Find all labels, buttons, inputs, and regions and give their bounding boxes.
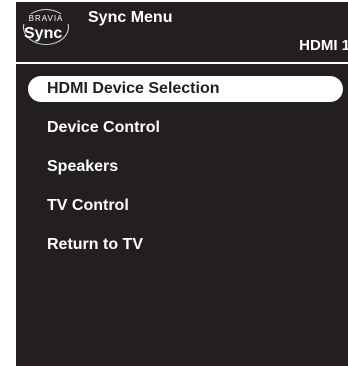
- logo-brand-large: Sync: [24, 25, 63, 42]
- menu-header: BRAVIA Sync Sync Menu HDMI 1: [16, 2, 348, 64]
- menu-item-speakers[interactable]: Speakers: [16, 154, 348, 180]
- bravia-sync-logo: BRAVIA Sync: [21, 7, 73, 47]
- menu-item-tv-control[interactable]: TV Control: [16, 193, 348, 219]
- sync-menu-screen: BRAVIA Sync Sync Menu HDMI 1 HDMI Device…: [16, 2, 348, 366]
- sync-menu-list: HDMI Device Selection Device Control Spe…: [16, 76, 348, 271]
- menu-title: Sync Menu: [88, 9, 173, 26]
- menu-item-hdmi-device-selection[interactable]: HDMI Device Selection: [28, 76, 343, 102]
- header-divider: [16, 62, 348, 64]
- current-input-label: HDMI 1: [299, 37, 348, 54]
- menu-item-return-to-tv[interactable]: Return to TV: [16, 232, 348, 258]
- menu-item-device-control[interactable]: Device Control: [16, 115, 348, 141]
- logo-brand-small: BRAVIA: [22, 14, 70, 24]
